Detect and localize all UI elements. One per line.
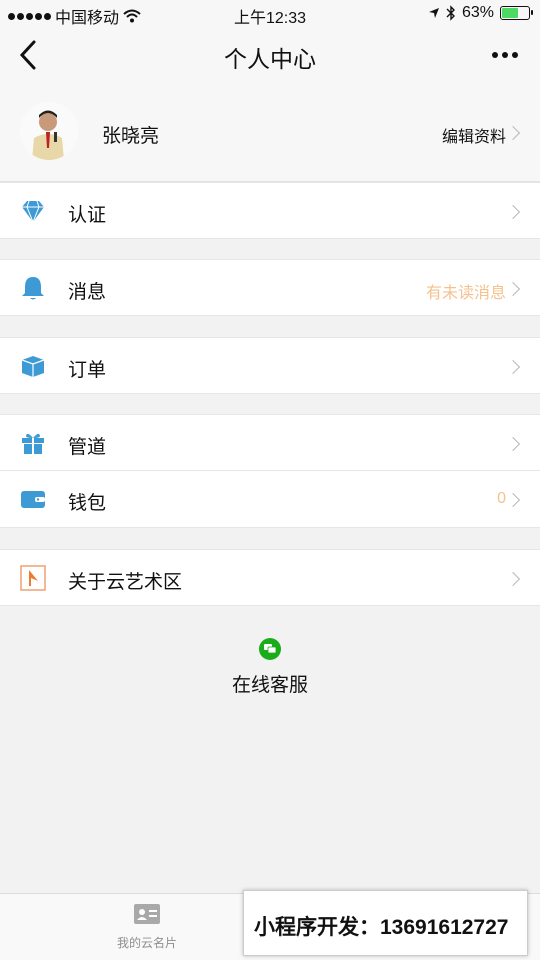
promo-overlay: 小程序开发：13691612727 [243, 890, 528, 956]
online-service-label: 在线客服 [231, 675, 308, 696]
battery-percent: 63% [461, 4, 494, 21]
wallet-balance: 0 [497, 490, 506, 507]
menu-item-label: 管道 [68, 437, 107, 458]
promo-text: 小程序开发：13691612727 [254, 916, 509, 939]
menu-item-about[interactable]: 关于云艺术区 [0, 549, 540, 606]
menu-item-label: 订单 [68, 360, 107, 381]
chevron-right-icon [505, 436, 521, 452]
menu-item-label: 消息 [68, 282, 107, 303]
profile-header[interactable]: 张晓亮 编辑资料 [0, 84, 540, 182]
diamond-icon [22, 200, 44, 224]
status-right: 63% [428, 4, 533, 22]
chevron-right-icon [505, 204, 521, 220]
card-icon [134, 904, 160, 924]
chevron-right-icon [505, 359, 521, 375]
wallet-icon [21, 491, 45, 508]
battery-fill [502, 8, 519, 18]
unread-messages-label: 有未读消息 [425, 285, 506, 302]
avatar[interactable] [20, 102, 78, 160]
menu-item-label: 认证 [68, 205, 107, 226]
more-dots-icon[interactable] [492, 52, 518, 58]
menu-item-certification[interactable]: 认证 [0, 182, 540, 239]
menu-item-label: 钱包 [68, 493, 107, 514]
chat-bubble-icon [259, 638, 281, 660]
online-service[interactable]: 在线客服 [0, 638, 540, 697]
nav-bar: 个人中心 [0, 28, 540, 84]
tab-label: 我的云名片 [116, 936, 177, 950]
menu-item-wallet[interactable]: 钱包 0 [0, 471, 540, 528]
tab-my-card[interactable]: 我的云名片 [87, 904, 207, 951]
box-icon [21, 356, 45, 377]
location-arrow-icon [428, 8, 439, 18]
menu-item-channels[interactable]: 管道 [0, 414, 540, 471]
profile-name: 张晓亮 [102, 126, 160, 147]
menu-item-label: 关于云艺术区 [68, 572, 183, 593]
flag-logo-icon [20, 565, 46, 591]
gift-icon [22, 433, 44, 454]
chevron-right-icon [505, 281, 521, 297]
battery-icon [500, 6, 533, 20]
bell-icon [22, 277, 44, 300]
page-title: 个人中心 [224, 46, 316, 72]
chevron-right-icon [505, 492, 521, 508]
menu-item-messages[interactable]: 消息 有未读消息 [0, 259, 540, 316]
avatar-image [20, 102, 78, 160]
menu-item-orders[interactable]: 订单 [0, 337, 540, 394]
chevron-right-icon [505, 125, 521, 141]
edit-profile-link[interactable]: 编辑资料 [442, 123, 506, 147]
status-bar: 中国移动 上午12:33 63% [0, 0, 540, 28]
chevron-right-icon [505, 571, 521, 587]
bluetooth-icon [446, 5, 455, 21]
